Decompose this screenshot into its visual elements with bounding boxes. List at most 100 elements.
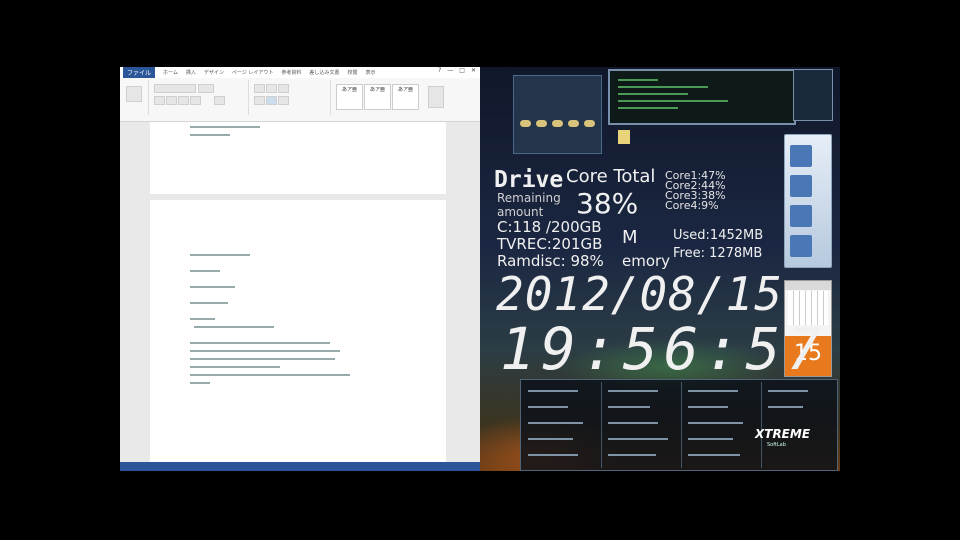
text-line [194, 326, 274, 328]
weather-icon [552, 120, 563, 127]
core-4-usage: Core4:9% [665, 199, 719, 212]
weather-tile [790, 175, 812, 197]
indent-button[interactable] [278, 84, 289, 93]
text-line [190, 254, 250, 256]
amount-label: amount [497, 205, 544, 219]
numbering-button[interactable] [266, 84, 277, 93]
text-line [190, 318, 215, 320]
tab-layout[interactable]: ページ レイアウト [232, 69, 274, 76]
page-1 [150, 122, 446, 194]
tab-references[interactable]: 参考資料 [281, 69, 301, 76]
file-tab[interactable]: ファイル [123, 67, 156, 78]
italic-button[interactable] [166, 96, 177, 105]
tab-view[interactable]: 表示 [365, 69, 375, 76]
strike-button[interactable] [190, 96, 201, 105]
sensor-line [768, 406, 803, 408]
text-line [190, 374, 350, 376]
ribbon: あア亜 あア亜 あア亜 [120, 78, 480, 122]
text-line [190, 382, 210, 384]
desktop: 15 Drive Remaining amount Core Total 38%… [480, 67, 840, 471]
core-total-label: Core Total [566, 166, 656, 187]
bullets-button[interactable] [254, 84, 265, 93]
mini-monitor-widget[interactable] [793, 69, 833, 121]
style-no-spacing[interactable]: あア亜 [364, 84, 391, 110]
sensor-line [608, 390, 658, 392]
monitor-line [618, 93, 688, 95]
status-bar [120, 462, 480, 471]
sensor-line [608, 438, 668, 440]
weather-icon [520, 120, 531, 127]
clock-time: 19:56:57 [500, 315, 828, 383]
sensor-line [528, 438, 573, 440]
sensor-line [608, 454, 656, 456]
text-line [190, 350, 340, 352]
screen-frame: ファイル ホーム 挿入 デザイン ページ レイアウト 参考資料 差し込み文書 校… [120, 67, 840, 471]
style-heading[interactable]: あア亜 [392, 84, 419, 110]
side-weather-gadget[interactable] [784, 134, 832, 268]
clock-date: 2012/08/15 [496, 267, 783, 321]
sensor-line [528, 390, 578, 392]
sensor-panel[interactable] [520, 379, 838, 471]
drive-c-usage: C:118 /200GB [497, 218, 602, 236]
maximize-button[interactable]: □ [459, 67, 465, 75]
tab-review[interactable]: 校閲 [347, 69, 357, 76]
tab-home[interactable]: ホーム [163, 69, 178, 76]
text-line [190, 270, 220, 272]
sensor-column [763, 382, 840, 468]
monitor-line [618, 107, 678, 109]
sensor-column [603, 382, 682, 468]
text-line [190, 358, 335, 360]
align-right-button[interactable] [278, 96, 289, 105]
weather-widget[interactable] [513, 75, 602, 154]
memory-used: Used:1452MB [673, 228, 764, 243]
core-list: Core1:47% Core2:44% Core3:38% Core4:9% [665, 170, 726, 212]
weather-icon [584, 120, 595, 127]
text-line [190, 302, 228, 304]
sensor-line [608, 422, 658, 424]
help-button[interactable]: ? [438, 67, 441, 75]
monitor-line [618, 79, 658, 81]
monitor-line [618, 100, 728, 102]
xtreme-logo-sub: SoftLab [767, 442, 786, 448]
tab-design[interactable]: デザイン [204, 69, 224, 76]
sensor-line [608, 406, 650, 408]
paste-button[interactable] [126, 86, 142, 102]
editing-button[interactable] [428, 86, 444, 108]
weather-icon [568, 120, 579, 127]
weather-tile [790, 205, 812, 227]
paragraph-group [250, 80, 331, 115]
sensor-line [688, 422, 743, 424]
folder-icon[interactable] [618, 130, 630, 144]
text-line [190, 342, 330, 344]
font-color-button[interactable] [214, 96, 225, 105]
style-standard[interactable]: あア亜 [336, 84, 363, 110]
window-controls: ? — □ ✕ [438, 67, 480, 75]
align-left-button[interactable] [254, 96, 265, 105]
sensor-line [688, 406, 728, 408]
font-size-select[interactable] [198, 84, 214, 93]
font-group [150, 80, 249, 115]
sensor-line [688, 454, 740, 456]
calendar-header [785, 281, 831, 290]
word-window: ファイル ホーム 挿入 デザイン ページ レイアウト 参考資料 差し込み文書 校… [120, 67, 480, 471]
sensor-line [528, 422, 583, 424]
font-name-select[interactable] [154, 84, 196, 93]
tab-mailings[interactable]: 差し込み文書 [309, 69, 339, 76]
bold-button[interactable] [154, 96, 165, 105]
text-line [190, 286, 235, 288]
weather-icon [536, 120, 547, 127]
drive-title: Drive [494, 167, 564, 193]
memory-m: M [622, 227, 638, 248]
underline-button[interactable] [178, 96, 189, 105]
sensor-line [528, 406, 568, 408]
minimize-button[interactable]: — [447, 67, 453, 75]
text-line [190, 126, 260, 128]
close-button[interactable]: ✕ [471, 67, 476, 75]
memory-free: Free: 1278MB [673, 246, 763, 261]
tab-insert[interactable]: 挿入 [186, 69, 196, 76]
align-center-button[interactable] [266, 96, 277, 105]
remaining-label: Remaining [497, 191, 561, 205]
network-monitor-widget[interactable] [608, 69, 796, 125]
document-area[interactable] [120, 122, 480, 462]
weather-tile [790, 145, 812, 167]
